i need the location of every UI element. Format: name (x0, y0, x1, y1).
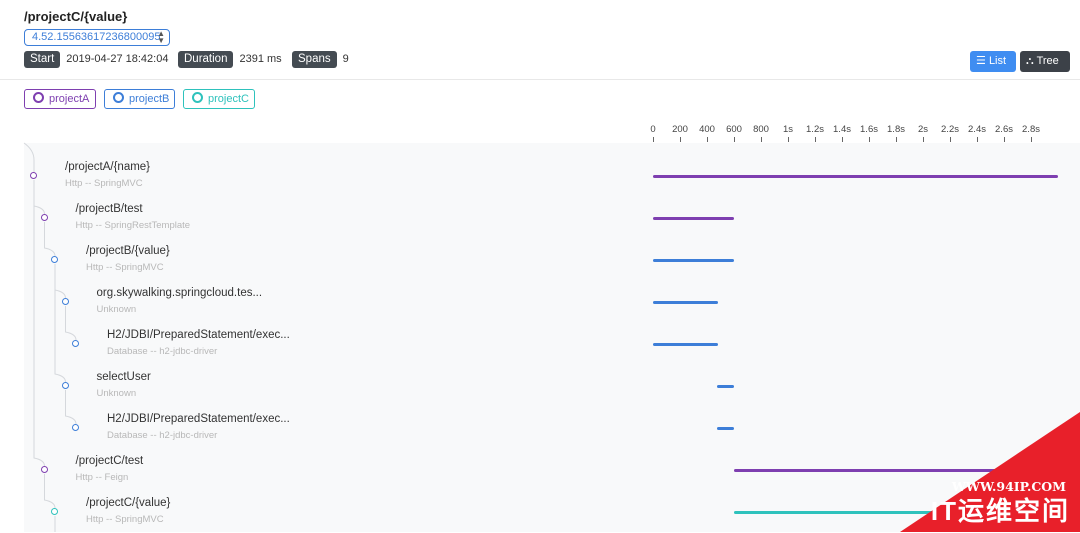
span-name: /projectB/{value} (86, 245, 170, 257)
span-component: Http -- SpringMVC (86, 514, 164, 525)
span-row[interactable]: selectUser Unknown (0, 365, 1080, 407)
span-name: /projectC/test (75, 455, 144, 467)
span-component: Http -- Feign (75, 472, 129, 483)
span-row[interactable]: /projectA/{name} Http -- SpringMVC (0, 155, 1080, 197)
span-component: Http -- SpringMVC (65, 178, 143, 189)
span-node-icon (40, 466, 48, 473)
span-duration-bar[interactable] (653, 217, 734, 220)
span-component: Database -- h2-jdbc-driver (107, 346, 218, 357)
span-duration-bar[interactable] (653, 301, 718, 304)
span-component: Unknown (96, 304, 137, 315)
span-name: org.skywalking.springcloud.tes... (96, 287, 263, 299)
span-name: H2/JDBI/PreparedStatement/exec... (107, 329, 290, 341)
span-name: /projectA/{name} (65, 161, 151, 173)
watermark: WWW.94IP.COM IT运维空间 (900, 412, 1080, 532)
span-row[interactable]: /projectB/{value} Http -- SpringMVC (0, 239, 1080, 281)
span-component: Unknown (96, 388, 137, 399)
span-duration-bar[interactable] (717, 427, 734, 430)
span-row[interactable]: /projectB/test Http -- SpringRestTemplate (0, 197, 1080, 239)
span-node-icon (72, 340, 79, 347)
span-duration-bar[interactable] (653, 175, 1058, 178)
span-name: selectUser (96, 371, 151, 383)
span-name: /projectB/test (75, 203, 143, 215)
span-duration-bar[interactable] (653, 343, 718, 346)
watermark-text: IT运维空间 (930, 496, 1070, 526)
span-node-icon (51, 256, 58, 263)
span-component: Http -- SpringRestTemplate (75, 220, 191, 231)
span-component: Database -- h2-jdbc-driver (107, 430, 218, 441)
span-node-icon (61, 382, 69, 389)
span-duration-bar[interactable] (717, 385, 734, 388)
span-name: /projectC/{value} (86, 497, 171, 509)
span-row[interactable]: H2/JDBI/PreparedStatement/exec... Databas… (0, 323, 1080, 365)
span-node-icon (51, 508, 58, 515)
span-node-icon (30, 172, 37, 179)
span-node-icon (72, 424, 79, 431)
span-row[interactable]: org.skywalking.springcloud.tes... Unknown (0, 281, 1080, 323)
span-node-icon (40, 214, 48, 221)
span-name: H2/JDBI/PreparedStatement/exec... (107, 413, 290, 425)
span-node-icon (61, 298, 69, 305)
span-component: Http -- SpringMVC (86, 262, 164, 273)
span-duration-bar[interactable] (653, 259, 734, 262)
